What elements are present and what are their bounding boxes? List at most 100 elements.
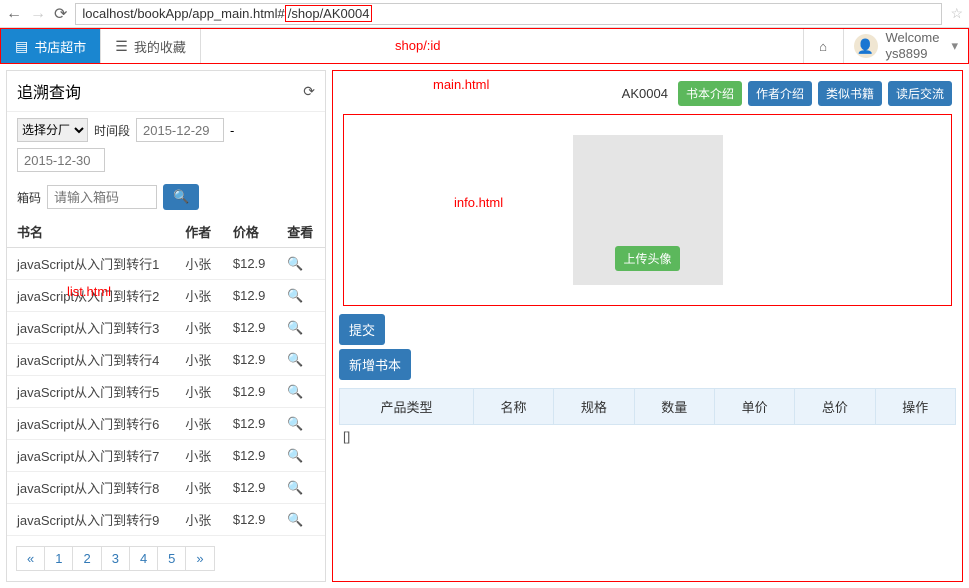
bookmark-icon[interactable]: ☆ — [950, 5, 963, 22]
annotation-info: info.html — [454, 195, 503, 210]
book-icon: ▤ — [15, 38, 28, 55]
book-table: 书名 作者 价格 查看 javaScript从入门到转行1小张$12.9🔍jav… — [7, 216, 325, 536]
grid-header: 操作 — [875, 389, 955, 425]
user-menu[interactable]: 👤 Welcome ys8899 ▾ — [843, 29, 968, 63]
grid-header: 总价 — [795, 389, 875, 425]
pager-link[interactable]: 4 — [129, 546, 158, 571]
grid-header: 单价 — [714, 389, 794, 425]
table-row: javaScript从入门到转行7小张$12.9 🔍 — [7, 440, 325, 472]
th-author: 作者 — [175, 216, 223, 248]
table-row: javaScript从入门到转行5小张$12.9🔍 — [7, 376, 325, 408]
cell-author: 小张 — [175, 440, 223, 472]
cell-author: 小张 — [175, 248, 223, 280]
refresh-icon[interactable]: ⟳ — [303, 83, 315, 100]
detail-id: AK0004 — [622, 86, 668, 101]
table-row: javaScript从入门到转行2小张$12.9 🔍 — [7, 280, 325, 312]
view-icon[interactable]: 🔍 — [287, 320, 303, 335]
cell-price: $12.9 — [223, 312, 277, 344]
view-icon[interactable]: 🔍 — [287, 384, 303, 399]
table-row: javaScript从入门到转行3小张$12.9 🔍 — [7, 312, 325, 344]
view-icon[interactable]: 🔍 — [287, 256, 303, 271]
cell-author: 小张 — [175, 344, 223, 376]
welcome-label: Welcome — [886, 30, 940, 46]
table-row: javaScript从入门到转行6小张$12.9 🔍 — [7, 408, 325, 440]
left-panel: 追溯查询 ⟳ 选择分厂 时间段 - 箱码 🔍 list.html 书名 作者 价… — [6, 70, 326, 582]
cell-price: $12.9 — [223, 280, 277, 312]
grid-header: 数量 — [634, 389, 714, 425]
grid-header: 产品类型 — [340, 389, 474, 425]
cell-name: javaScript从入门到转行5 — [7, 376, 175, 408]
book-intro-button[interactable]: 书本介绍 — [678, 81, 742, 106]
th-price: 价格 — [223, 216, 277, 248]
author-intro-button[interactable]: 作者介绍 — [748, 81, 812, 106]
pager-link[interactable]: 3 — [101, 546, 130, 571]
cell-name: javaScript从入门到转行7 — [7, 440, 175, 472]
cell-author: 小张 — [175, 408, 223, 440]
time-label: 时间段 — [94, 122, 130, 139]
username: ys8899 — [886, 46, 940, 62]
pager: «12345» — [7, 536, 325, 581]
upload-avatar-button[interactable]: 上传头像 — [615, 246, 679, 271]
search-button[interactable]: 🔍 — [163, 184, 199, 210]
factory-select[interactable]: 选择分厂 — [17, 118, 88, 142]
cell-author: 小张 — [175, 504, 223, 536]
view-icon[interactable]: 🔍 — [287, 480, 303, 495]
cell-author: 小张 — [175, 312, 223, 344]
view-icon[interactable]: 🔍 — [287, 416, 303, 431]
search-icon: 🔍 — [173, 189, 189, 204]
tab-label: 我的收藏 — [134, 37, 186, 56]
cell-name: javaScript从入门到转行8 — [7, 472, 175, 504]
forward-icon[interactable]: → — [30, 5, 46, 23]
date-from-input[interactable] — [136, 118, 224, 142]
list-icon: ☰ — [115, 38, 128, 55]
th-view: 查看 — [277, 216, 325, 248]
grid-empty: [] — [339, 425, 956, 448]
cell-price: $12.9 — [223, 472, 277, 504]
url-route-highlight: /shop/AK0004 — [285, 5, 373, 22]
pager-link[interactable]: 5 — [157, 546, 186, 571]
cell-price: $12.9 — [223, 248, 277, 280]
right-panel: main.html AK0004 书本介绍 作者介绍 类似书籍 读后交流 inf… — [332, 70, 963, 582]
date-to-input[interactable] — [17, 148, 105, 172]
code-input[interactable] — [47, 185, 157, 209]
cell-name: javaScript从入门到转行6 — [7, 408, 175, 440]
cell-name: javaScript从入门到转行4 — [7, 344, 175, 376]
similar-books-button[interactable]: 类似书籍 — [818, 81, 882, 106]
submit-button[interactable]: 提交 — [339, 314, 385, 345]
back-icon[interactable]: ← — [6, 5, 22, 23]
pager-link[interactable]: » — [185, 546, 214, 571]
cell-author: 小张 — [175, 376, 223, 408]
view-icon[interactable]: 🔍 — [287, 288, 303, 303]
cell-author: 小张 — [175, 472, 223, 504]
add-book-button[interactable]: 新增书本 — [339, 349, 411, 380]
th-name: 书名 — [7, 216, 175, 248]
cell-name: javaScript从入门到转行2 — [7, 280, 175, 312]
pager-link[interactable]: 2 — [72, 546, 101, 571]
home-icon: ⌂ — [819, 39, 827, 54]
avatar: 👤 — [854, 34, 878, 58]
tab-label: 书店超市 — [34, 37, 86, 56]
url-input[interactable]: localhost/bookApp/app_main.html#/shop/AK… — [75, 3, 942, 25]
url-prefix: localhost/bookApp/app_main.html# — [82, 6, 284, 21]
code-label: 箱码 — [17, 189, 41, 206]
view-icon[interactable]: 🔍 — [287, 448, 303, 463]
panel-title: 追溯查询 — [17, 79, 81, 103]
pager-link[interactable]: 1 — [44, 546, 73, 571]
discuss-button[interactable]: 读后交流 — [888, 81, 952, 106]
table-row: javaScript从入门到转行9小张$12.9🔍 — [7, 504, 325, 536]
table-row: javaScript从入门到转行4小张$12.9🔍 — [7, 344, 325, 376]
tab-bookstore[interactable]: ▤ 书店超市 — [1, 29, 101, 63]
tab-favorites[interactable]: ☰ 我的收藏 — [101, 29, 201, 63]
chevron-down-icon: ▾ — [951, 38, 958, 54]
reload-icon[interactable]: ⟳ — [54, 4, 67, 24]
view-icon[interactable]: 🔍 — [287, 352, 303, 367]
cell-author: 小张 — [175, 280, 223, 312]
cell-name: javaScript从入门到转行3 — [7, 312, 175, 344]
cell-price: $12.9 — [223, 504, 277, 536]
cell-name: javaScript从入门到转行1 — [7, 248, 175, 280]
cell-price: $12.9 — [223, 408, 277, 440]
pager-link[interactable]: « — [16, 546, 45, 571]
home-button[interactable]: ⌂ — [803, 29, 843, 63]
cell-price: $12.9 — [223, 440, 277, 472]
view-icon[interactable]: 🔍 — [287, 512, 303, 527]
